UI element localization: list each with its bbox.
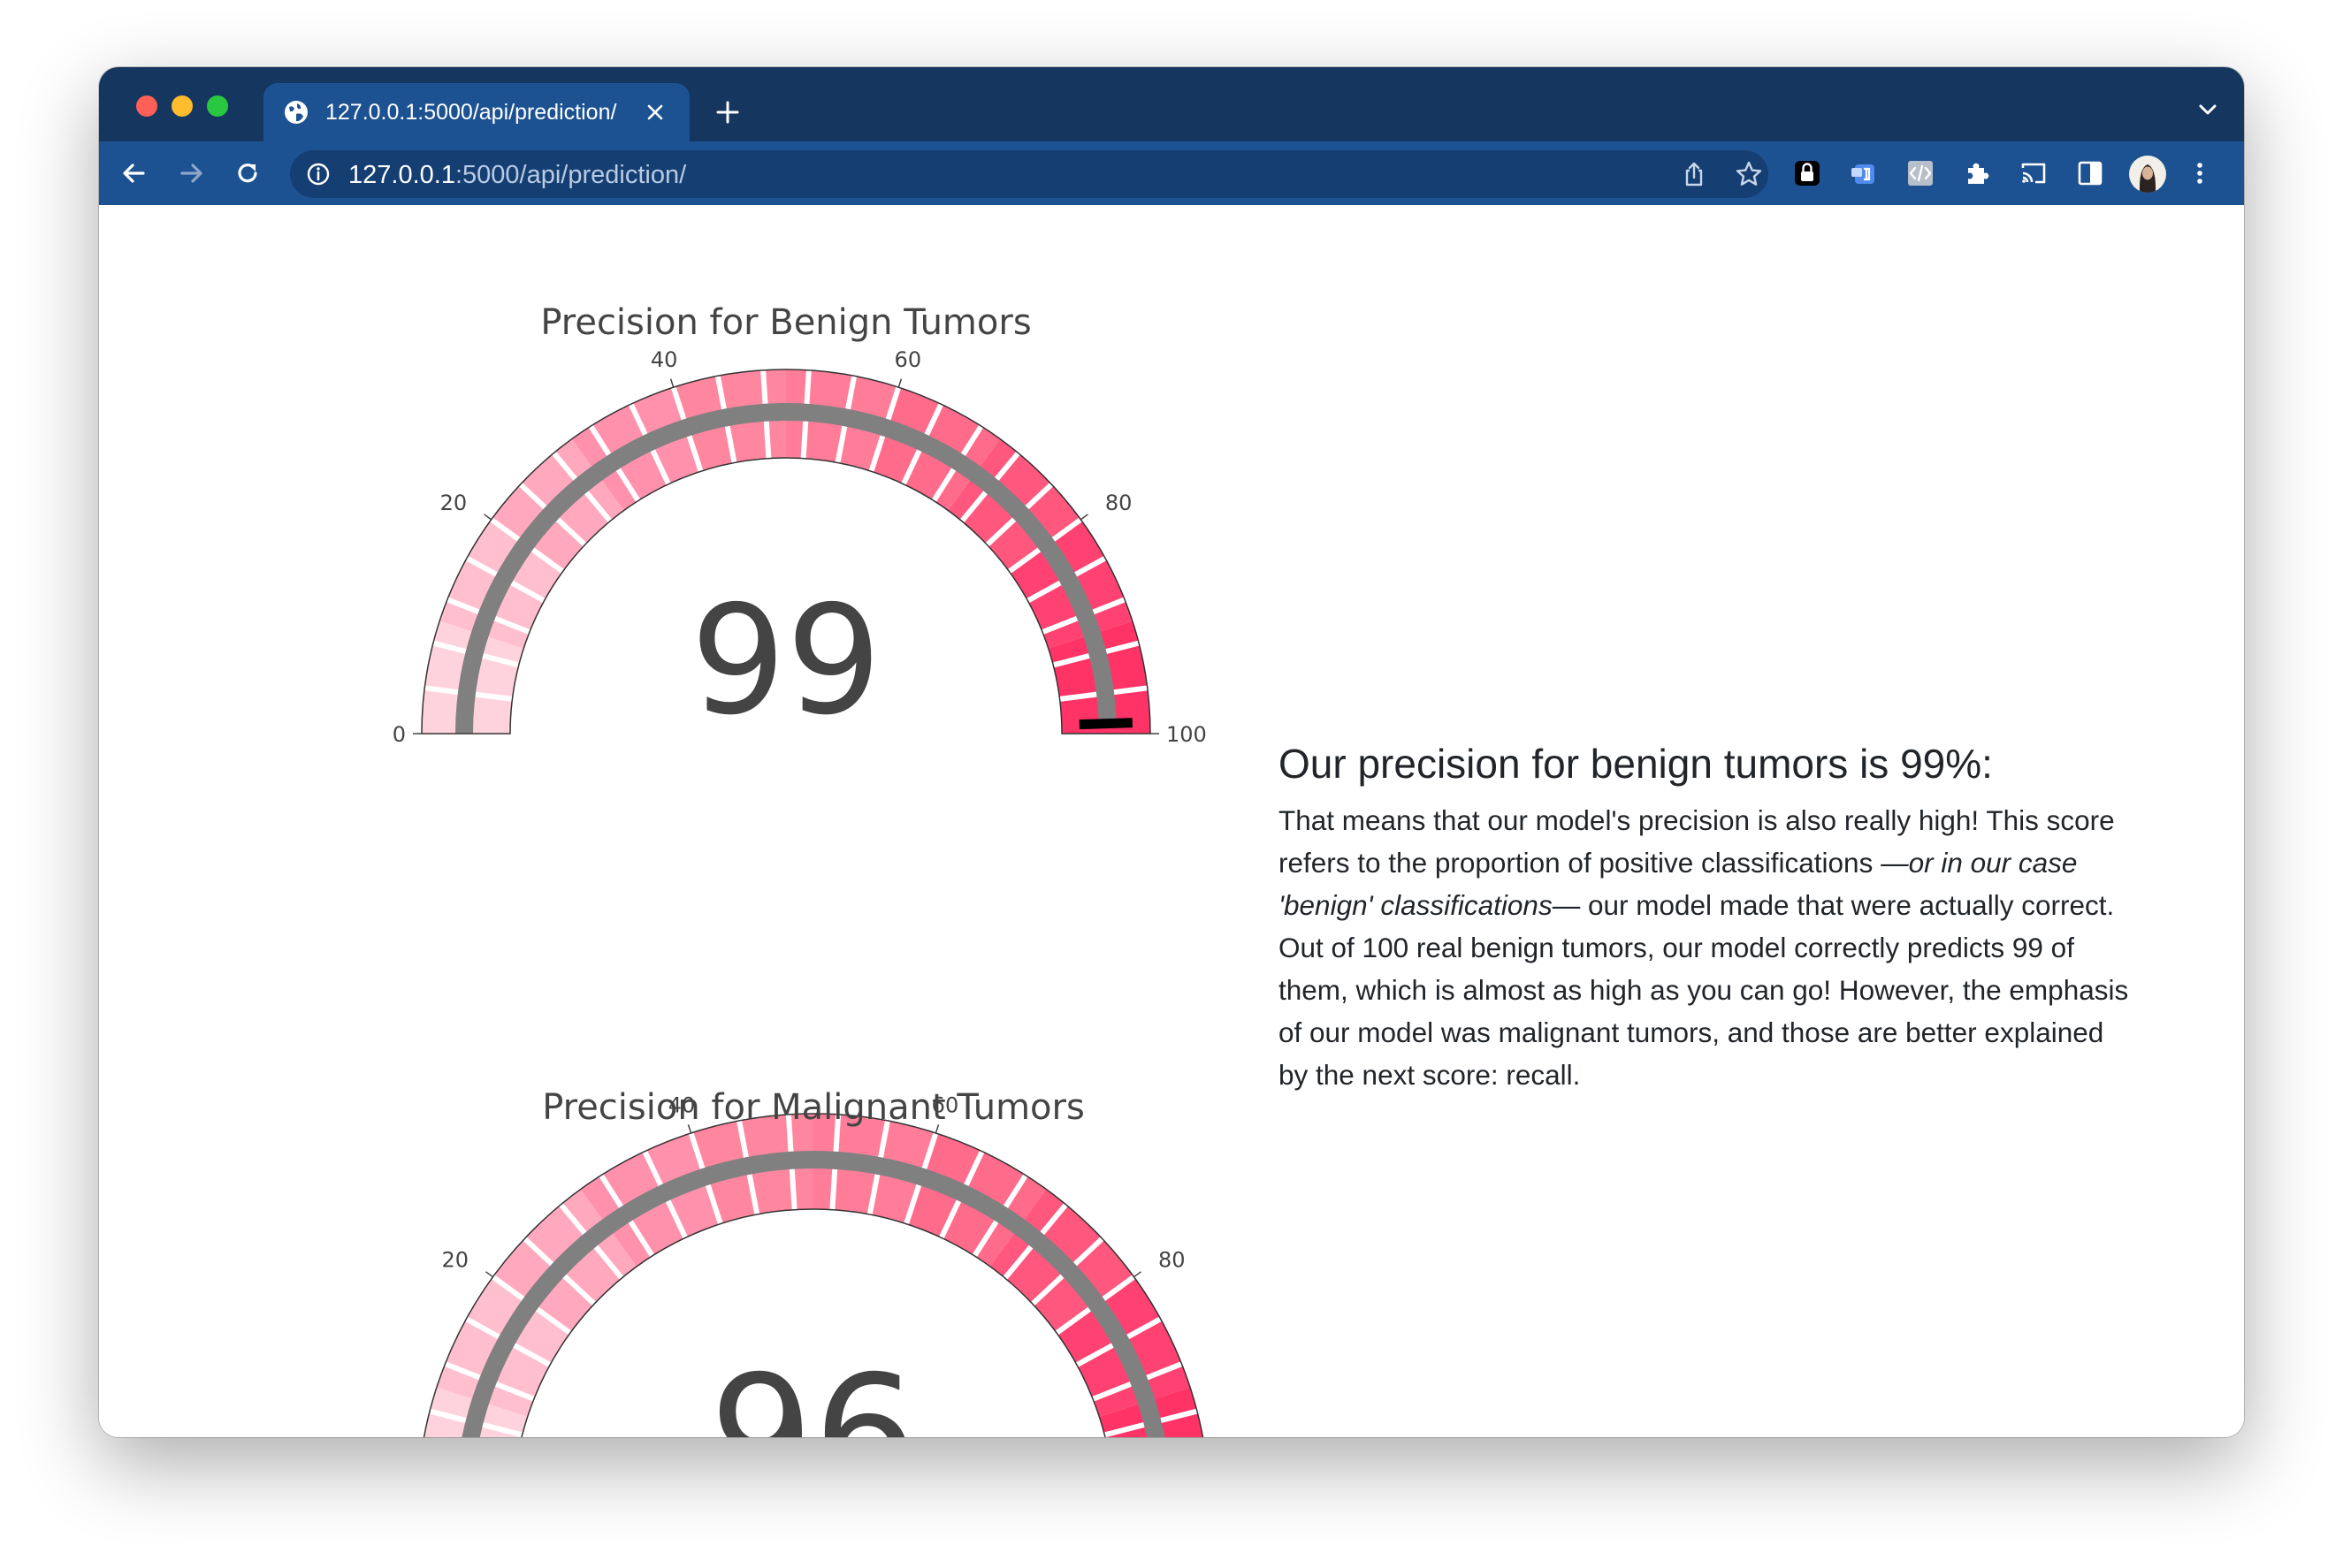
gauge-tick-mark bbox=[1133, 1271, 1141, 1278]
close-window-button[interactable] bbox=[136, 95, 157, 117]
explanation-line: of our model was malignant tumors, and t… bbox=[1278, 1016, 2104, 1048]
explanation-emphasis: 'benign' classifications bbox=[1278, 889, 1553, 921]
explanation-line: Out of 100 real benign tumors, our model… bbox=[1278, 932, 2074, 963]
gauge-title: Precision for Malignant Tumors bbox=[542, 1087, 1085, 1128]
maximize-window-button[interactable] bbox=[207, 95, 228, 117]
chevron-down-icon[interactable] bbox=[2194, 99, 2221, 120]
gauge-tick-label: 20 bbox=[442, 1248, 469, 1273]
browser-window: 127.0.0.1:5000/api/prediction/ 127.0.0.1… bbox=[99, 67, 2244, 1437]
reload-icon[interactable] bbox=[232, 157, 263, 189]
gauge-tick-label: 20 bbox=[440, 491, 468, 515]
explanation-heading: Our precision for benign tumors is 99%: bbox=[1278, 741, 1993, 787]
tab-title: 127.0.0.1:5000/api/prediction/ bbox=[325, 100, 617, 125]
gauge-tick-mark bbox=[484, 514, 492, 521]
active-tab[interactable]: 127.0.0.1:5000/api/prediction/ bbox=[263, 83, 690, 141]
bookmark-star-icon[interactable] bbox=[1735, 160, 1763, 188]
extensions-puzzle-icon[interactable] bbox=[1961, 157, 1993, 189]
explanation-line: by the next score: recall. bbox=[1278, 1059, 1581, 1091]
gauge-tick-label: 0 bbox=[393, 722, 406, 747]
explanation-section: Our precision for benign tumors is 99%: … bbox=[1278, 739, 2171, 1096]
page-content: 0 20 40 60 80 100 Precision for Benign Tumors 9… bbox=[99, 205, 2244, 1437]
browser-toolbar: 127.0.0.1:5000/api/prediction/ bbox=[99, 141, 2244, 205]
explanation-emphasis: —or in our case bbox=[1881, 847, 2078, 879]
explanation-line: — our model made that were actually corr… bbox=[1552, 889, 2115, 921]
close-tab-icon[interactable] bbox=[645, 103, 665, 122]
gauge-tick-label: 40 bbox=[651, 347, 678, 372]
url-host: 127.0.0.1 bbox=[348, 161, 455, 189]
globe-icon bbox=[285, 101, 308, 124]
gauge-value-label: 99 bbox=[691, 574, 881, 749]
menu-kebab-icon[interactable] bbox=[2184, 157, 2216, 189]
extension-code-icon[interactable] bbox=[1904, 157, 1936, 189]
minimize-window-button[interactable] bbox=[172, 95, 193, 117]
gauge-tick-mark bbox=[1080, 514, 1088, 521]
gauge-tick-mark bbox=[485, 1271, 494, 1278]
gauge-tick-mark bbox=[897, 378, 903, 388]
address-bar[interactable]: 127.0.0.1:5000/api/prediction/ bbox=[290, 150, 1768, 198]
extension-blue-icon[interactable] bbox=[1848, 157, 1880, 189]
explanation-line: refers to the proportion of positive cla… bbox=[1278, 847, 1881, 879]
gauge-title: Precision for Benign Tumors bbox=[540, 302, 1031, 343]
gauge-tick-mark bbox=[669, 378, 675, 388]
url-path: :5000/api/prediction/ bbox=[454, 161, 687, 189]
gauge-tick-label: 100 bbox=[1166, 722, 1207, 747]
side-panel-icon[interactable] bbox=[2074, 157, 2106, 189]
explanation-line: them, which is almost as high as you can… bbox=[1278, 974, 2129, 1006]
tab-strip: 127.0.0.1:5000/api/prediction/ bbox=[99, 67, 2244, 141]
forward-arrow-icon[interactable] bbox=[175, 157, 207, 189]
new-tab-icon[interactable] bbox=[714, 99, 741, 126]
gauge-threshold-marker bbox=[1079, 718, 1133, 730]
back-arrow-icon[interactable] bbox=[118, 157, 150, 189]
url-text: 127.0.0.1:5000/api/prediction/ bbox=[348, 161, 686, 189]
cast-icon[interactable] bbox=[2018, 157, 2049, 189]
gauge-value-label: 96 bbox=[709, 1340, 917, 1437]
explanation-line: That means that our model's precision is… bbox=[1278, 804, 2115, 836]
extension-lock-icon[interactable] bbox=[1791, 157, 1823, 189]
explanation-paragraph: That means that our model's precision is… bbox=[1278, 799, 2171, 1096]
profile-photo-icon bbox=[2139, 164, 2156, 193]
profile-avatar[interactable] bbox=[2129, 156, 2166, 193]
gauge-tick-label: 60 bbox=[895, 347, 922, 372]
share-icon[interactable] bbox=[1680, 160, 1708, 188]
info-icon[interactable] bbox=[306, 162, 331, 186]
gauge-tick-label: 80 bbox=[1158, 1248, 1186, 1273]
gauge-tick-label: 80 bbox=[1105, 491, 1133, 515]
